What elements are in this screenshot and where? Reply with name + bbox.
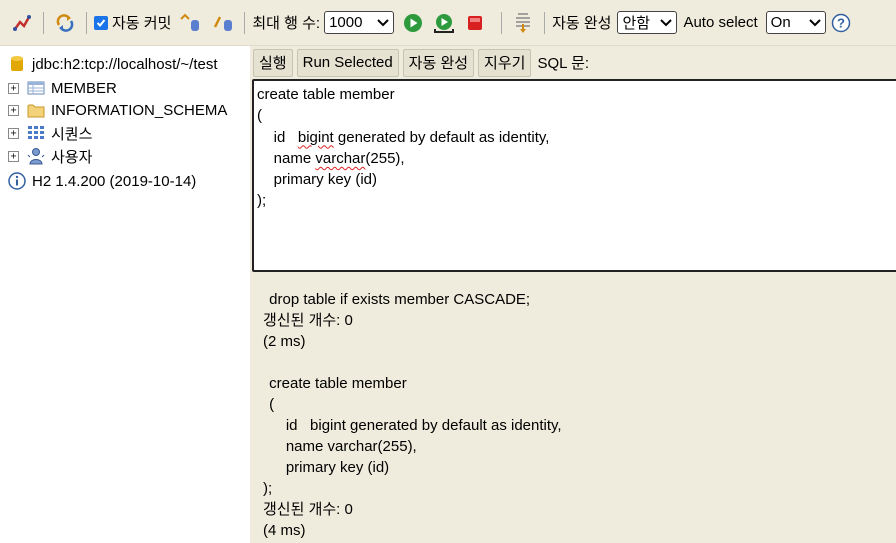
expand-icon[interactable]: + xyxy=(8,150,19,162)
result-update-count: 갱신된 개수: 0 xyxy=(263,501,353,518)
expand-icon[interactable]: + xyxy=(8,127,19,139)
editor-indent: id xyxy=(257,128,298,146)
editor-line: create table member xyxy=(257,86,395,103)
connection-node[interactable]: jdbc:h2:tcp://localhost/~/test xyxy=(8,53,218,75)
version-info: H2 1.4.200 (2019-10-14) xyxy=(8,170,196,192)
toolbar-separator xyxy=(501,11,503,34)
run-selected-icon[interactable] xyxy=(433,12,455,34)
clear-button[interactable]: 지우기 xyxy=(478,48,532,77)
editor-text: (255), xyxy=(365,149,405,167)
database-icon xyxy=(8,55,26,73)
run-button[interactable]: 실행 xyxy=(253,48,293,77)
tree-item-information-schema[interactable]: + INFORMATION_SCHEMA xyxy=(0,99,227,121)
sql-statement-label: SQL 문: xyxy=(537,55,590,72)
run-selected-button[interactable]: Run Selected xyxy=(296,48,399,77)
tree-item-label: INFORMATION_SCHEMA xyxy=(51,101,228,119)
tree-item-label: 시퀀스 xyxy=(51,125,93,143)
editor-line: ); xyxy=(257,192,267,210)
spellcheck-word: bigint xyxy=(297,128,334,146)
result-time: (2 ms) xyxy=(263,333,306,350)
auto-select-select[interactable]: On xyxy=(765,11,826,34)
max-rows-label: 최대 행 수: xyxy=(252,15,321,32)
auto-complete-button[interactable]: 자동 완성 xyxy=(402,48,475,77)
auto-select-label: Auto select xyxy=(683,14,758,31)
toolbar-separator xyxy=(86,11,87,34)
run-icon[interactable] xyxy=(402,12,424,34)
editor-line: id bigint generated by default as identi… xyxy=(257,127,896,148)
result-sql-line: primary key (id) xyxy=(265,459,390,476)
editor-line: ( xyxy=(257,107,262,125)
editor-line: primary key (id) xyxy=(257,171,378,189)
query-panel: 실행 Run Selected 자동 완성 지우기 SQL 문: create … xyxy=(250,46,896,543)
result-sql-line: id bigint generated by default as identi… xyxy=(265,417,562,434)
history-icon[interactable] xyxy=(512,12,534,34)
version-label: H2 1.4.200 (2019-10-14) xyxy=(32,172,197,190)
connection-url: jdbc:h2:tcp://localhost/~/test xyxy=(32,55,218,73)
toolbar-separator xyxy=(244,11,246,34)
max-rows-select[interactable]: 1000 xyxy=(324,11,395,34)
sequence-icon xyxy=(27,124,45,142)
auto-commit-label: 자동 커밋 xyxy=(112,15,172,32)
max-rows-value: 1000 xyxy=(329,14,363,31)
toolbar-separator xyxy=(544,11,546,34)
result-sql: drop table if exists member CASCADE; xyxy=(265,291,531,308)
rollback-icon[interactable] xyxy=(212,12,234,34)
result-time: (4 ms) xyxy=(263,522,306,539)
result-sql-line: name varchar(255), xyxy=(265,438,417,455)
expand-icon[interactable]: + xyxy=(8,82,19,94)
spellcheck-word: varchar xyxy=(315,149,366,167)
query-button-bar: 실행 Run Selected 자동 완성 지우기 SQL 문: xyxy=(250,46,896,79)
expand-icon[interactable]: + xyxy=(8,104,19,116)
auto-complete-label: 자동 완성 xyxy=(552,15,612,32)
commit-icon[interactable] xyxy=(179,12,201,34)
toolbar: 자동 커밋 최대 행 수: 1000 자동 완성 안함 Auto select … xyxy=(0,0,896,46)
svg-text:?: ? xyxy=(837,15,845,30)
chevron-down-icon xyxy=(660,14,673,31)
users-icon xyxy=(27,147,45,165)
result-sql-line: ); xyxy=(263,480,273,497)
info-icon xyxy=(8,172,26,190)
object-tree: jdbc:h2:tcp://localhost/~/test + MEMBER … xyxy=(0,46,250,543)
tree-item-sequences[interactable]: + 시퀀스 xyxy=(0,122,92,144)
auto-complete-value: 안함 xyxy=(622,15,651,32)
result-output: drop table if exists member CASCADE; 갱신된… xyxy=(263,289,885,541)
auto-complete-select[interactable]: 안함 xyxy=(617,11,678,34)
disconnect-icon[interactable] xyxy=(11,12,33,34)
folder-icon xyxy=(27,101,45,119)
tree-item-label: MEMBER xyxy=(51,79,117,97)
auto-select-value: On xyxy=(770,14,791,31)
refresh-icon[interactable] xyxy=(54,12,76,34)
editor-text: generated by default as identity, xyxy=(333,128,550,146)
sql-editor[interactable]: create table member ( id bigint generated… xyxy=(252,79,896,272)
editor-text: name xyxy=(257,149,316,167)
result-spacer xyxy=(265,352,885,373)
help-icon[interactable]: ? xyxy=(830,12,852,34)
editor-line: name varchar(255), xyxy=(257,148,896,169)
table-icon xyxy=(27,79,45,97)
checkbox-checked-icon[interactable] xyxy=(94,15,108,30)
chevron-down-icon xyxy=(377,14,389,31)
tree-item-label: 사용자 xyxy=(51,148,93,166)
result-sql-line: ( xyxy=(265,396,275,413)
result-sql-line: create table member xyxy=(265,375,407,392)
tree-item-member[interactable]: + MEMBER xyxy=(0,77,117,99)
chevron-down-icon xyxy=(808,14,821,31)
tree-item-users[interactable]: + 사용자 xyxy=(0,145,92,167)
toolbar-separator xyxy=(43,11,44,34)
stop-icon[interactable] xyxy=(464,12,486,34)
auto-commit-checkbox[interactable]: 자동 커밋 xyxy=(94,12,171,33)
result-update-count: 갱신된 개수: 0 xyxy=(263,312,353,329)
